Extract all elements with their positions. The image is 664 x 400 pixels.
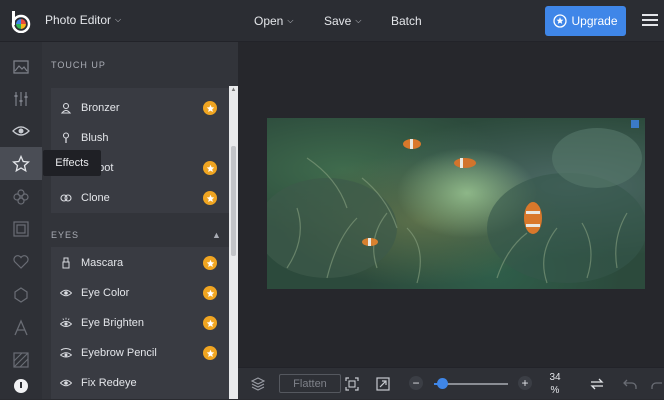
zoom-slider-knob[interactable] (437, 378, 448, 389)
person-icon (51, 102, 81, 114)
eye-icon (51, 377, 81, 389)
layers-icon[interactable] (250, 376, 266, 392)
rail-frames-icon[interactable] (0, 212, 42, 245)
upgrade-button[interactable]: Upgrade (545, 6, 626, 36)
premium-star-icon (203, 316, 217, 330)
star-circle-icon (553, 14, 568, 28)
tool-rail (0, 42, 42, 399)
tool-label: Eyebrow Pencil (81, 347, 157, 359)
rail-text-icon[interactable] (0, 311, 42, 344)
rail-heart-icon[interactable] (0, 245, 42, 278)
section-title-eyes: EYES (51, 230, 80, 240)
tool-label: Fix Redeye (81, 377, 137, 389)
premium-star-icon (203, 256, 217, 270)
logo-icon[interactable] (9, 9, 33, 33)
save-menu[interactable]: Save ⌵ (324, 14, 361, 28)
rail-info-icon[interactable] (0, 367, 42, 400)
zoom-in-button[interactable]: + (518, 376, 532, 390)
brush-icon (51, 132, 81, 144)
app-menu-label: Photo Editor (45, 13, 112, 27)
tool-label: Bronzer (81, 102, 120, 114)
rail-touchup-eye-icon[interactable] (0, 114, 42, 147)
open-label: Open (254, 14, 284, 28)
expand-icon[interactable] (375, 376, 391, 392)
rail-adjust-icon[interactable] (0, 82, 42, 115)
rail-shape-icon[interactable] (0, 278, 42, 311)
save-label: Save (324, 14, 352, 28)
tool-label: Eye Brighten (81, 317, 144, 329)
clone-icon (51, 192, 81, 204)
hamburger-menu-icon[interactable] (642, 14, 658, 27)
tool-blush[interactable]: Blush (51, 123, 229, 153)
tool-label: Eye Color (81, 287, 130, 299)
zoom-value: 34 (549, 372, 561, 383)
undo-icon[interactable] (622, 376, 638, 392)
zoom-out-button[interactable]: − (409, 376, 423, 390)
flatten-button[interactable]: Flatten (279, 374, 341, 393)
photo-canvas-image[interactable] (267, 118, 645, 289)
chevron-down-icon: ⌵ (287, 16, 294, 25)
premium-star-icon (203, 101, 217, 115)
chevron-down-icon: ⌵ (355, 16, 362, 25)
tool-label: Mascara (81, 257, 124, 269)
scroll-up-arrow-icon[interactable]: ▲ (229, 86, 238, 94)
tool-bronzer[interactable]: Bronzer (51, 93, 229, 123)
tool-mascara[interactable]: Mascara (51, 248, 229, 278)
batch-button[interactable]: Batch (391, 14, 422, 28)
section-title-touchup: TOUCH UP (51, 60, 106, 70)
touchup-panel: TOUCH UP Bronzer Blush shspot Clone EYES… (42, 42, 238, 399)
bottom-toolbar: Flatten − + 34 % (238, 367, 664, 399)
premium-star-icon (203, 191, 217, 205)
open-menu[interactable]: Open ⌵ (254, 14, 293, 28)
effects-tooltip: Effects (43, 150, 101, 176)
batch-label: Batch (391, 14, 422, 28)
swap-icon[interactable] (589, 376, 605, 392)
eye-icon (51, 287, 81, 299)
fit-to-screen-icon[interactable] (344, 376, 360, 392)
top-bar: Photo Editor ⌵ Open ⌵ Save ⌵ Batch Upgra… (0, 0, 664, 42)
upgrade-label: Upgrade (571, 14, 618, 28)
tool-eye-brighten[interactable]: Eye Brighten (51, 308, 229, 338)
panel-scrollbar[interactable]: ▲ (229, 86, 238, 399)
rail-image-icon[interactable] (0, 50, 42, 83)
tool-eyebrow-pencil[interactable]: Eyebrow Pencil (51, 338, 229, 368)
tool-label: Clone (81, 192, 110, 204)
premium-star-icon (203, 161, 217, 175)
eyebrow-icon (51, 347, 81, 359)
zoom-level-readout: 34 % (544, 371, 566, 397)
tool-clone[interactable]: Clone (51, 183, 229, 213)
app-menu-photo-editor[interactable]: Photo Editor ⌵ (45, 13, 121, 27)
rail-effects-star-icon[interactable] (0, 147, 42, 180)
rail-overlays-icon[interactable] (0, 180, 42, 213)
clownfish-photo (267, 120, 645, 284)
tool-fix-redeye[interactable]: Fix Redeye (51, 368, 229, 398)
chevron-up-icon[interactable]: ▲ (212, 230, 221, 240)
tool-eye-color[interactable]: Eye Color (51, 278, 229, 308)
chevron-down-icon: ⌵ (115, 15, 122, 24)
redo-icon[interactable] (650, 376, 664, 392)
scroll-thumb[interactable] (231, 146, 236, 256)
premium-star-icon (203, 286, 217, 300)
zoom-unit: % (550, 385, 560, 396)
premium-star-icon (203, 346, 217, 360)
eye-brighten-icon (51, 317, 81, 329)
mascara-icon (51, 257, 81, 269)
tool-label: Blush (81, 132, 109, 144)
